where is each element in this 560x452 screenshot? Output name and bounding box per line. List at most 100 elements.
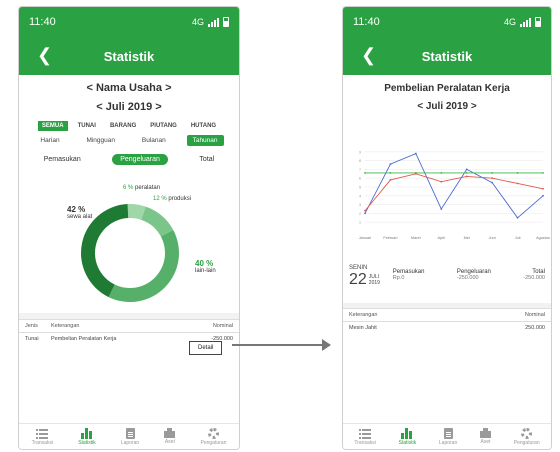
date-day: 22: [349, 271, 367, 288]
series-0-point-1: [389, 163, 392, 166]
series-2-point-3: [440, 172, 443, 174]
nav-transaksi[interactable]: Transaksi: [32, 428, 53, 446]
tab-hutang[interactable]: HUTANG: [187, 121, 220, 131]
series-0-point-7: [542, 194, 544, 197]
app-bar: ❮ Statistik: [19, 37, 239, 75]
bar-chart-icon: [401, 427, 413, 439]
nav-statistik[interactable]: Statistik: [399, 427, 416, 446]
y-tick-label-8: 9: [359, 150, 361, 154]
filter-tahunan[interactable]: Tahunan: [186, 135, 224, 146]
phone-screen-statistik: 11:40 4G ❮ Statistik < Nama Usaha > < Ju…: [18, 6, 240, 450]
series-0-point-0: [364, 212, 366, 215]
segment-total[interactable]: Total: [193, 154, 220, 165]
x-tick-label-1: Februari: [383, 236, 397, 240]
nav-transaksi[interactable]: Transaksi: [354, 428, 376, 446]
series-1-point-0: [364, 209, 366, 212]
summary-total: Total -250.000: [523, 269, 545, 281]
back-arrow-icon[interactable]: ❮: [37, 45, 52, 66]
tab-piutang[interactable]: PIUTANG: [146, 121, 181, 131]
nav-statistik[interactable]: Statistik: [78, 427, 96, 446]
series-1-point-5: [491, 177, 494, 180]
donut-slice-2[interactable]: [141, 206, 174, 237]
series-1-point-6: [516, 182, 519, 185]
series-0-point-2: [414, 152, 417, 155]
battery-icon: [223, 17, 229, 27]
date-block: SENIN 22 JULI 2019: [349, 265, 380, 288]
pie-label-produksi: 12 % produksi: [153, 196, 192, 202]
table-row[interactable]: Mesin Jahit 250.000: [343, 322, 551, 334]
detail-button[interactable]: Detail: [189, 341, 223, 355]
x-tick-label-0: Januari: [359, 236, 372, 240]
segment-pemasukan[interactable]: Pemasukan: [38, 154, 87, 165]
bar-chart-icon: [80, 427, 93, 439]
y-tick-label-6: 7: [359, 168, 361, 172]
series-0-point-5: [491, 181, 494, 184]
summary-pemasukan: Pemasukan Rp.0: [392, 269, 425, 281]
series-2-point-0: [364, 172, 366, 174]
list-icon: [36, 428, 49, 439]
signal-icon: [208, 17, 219, 27]
tab-barang[interactable]: BARANG: [106, 121, 140, 131]
month-selector[interactable]: < Juli 2019 >: [19, 101, 239, 113]
status-bar: 11:40 4G: [343, 7, 551, 37]
series-0-point-6: [516, 216, 519, 219]
app-bar: ❮ Statistik: [343, 37, 551, 75]
network-type: 4G: [191, 17, 204, 27]
flow-arrow-line: [232, 344, 324, 346]
y-tick-label-3: 4: [359, 194, 361, 198]
status-time: 11:40: [29, 16, 56, 28]
gear-icon: [207, 427, 219, 439]
signal-icon: [520, 17, 531, 27]
tab-semua[interactable]: SEMUA: [37, 121, 68, 131]
y-tick-label-5: 6: [359, 177, 361, 181]
nav-pengaturan[interactable]: Pengaturan: [514, 427, 540, 446]
battery-icon: [535, 17, 541, 27]
nav-laporan[interactable]: Laporan: [439, 427, 457, 446]
series-0-point-4: [465, 168, 468, 171]
line-chart: 1 2 3 4 5 6 7 8 9 Januari Februari Maret April Mei Jun…: [359, 150, 550, 240]
series-2-point-6: [516, 172, 519, 174]
nav-pengaturan[interactable]: Pengaturan: [201, 427, 226, 446]
y-tick-label-4: 5: [359, 186, 361, 190]
status-time: 11:40: [353, 16, 380, 28]
pie-label-peralatan: 6 % peralatan: [123, 185, 161, 191]
filter-bulanan[interactable]: Bulanan: [136, 135, 172, 146]
table-header: Keterangan Nominal: [343, 308, 551, 322]
x-tick-label-6: Juli: [515, 236, 521, 240]
phone-screen-detail: 11:40 4G ❮ Statistik Pembelian Peralatan…: [342, 6, 552, 450]
business-selector[interactable]: < Nama Usaha >: [19, 82, 239, 94]
table-header: Jenis Keterangan Nominal: [19, 319, 239, 333]
bottom-nav: Transaksi Statistik Laporan Aset Pengatu…: [19, 423, 239, 449]
series-1-point-4: [465, 175, 468, 178]
donut-chart: [81, 204, 179, 302]
donut-chart-area: 42 % sewa alat 6 % peralatan 12 % produks…: [19, 183, 239, 303]
tab-tunai[interactable]: TUNAI: [74, 121, 100, 131]
asset-icon: [164, 428, 176, 438]
x-tick-label-7: Agustus: [536, 236, 550, 240]
period-filters: Harian Mingguan Bulanan Tahunan: [19, 135, 239, 146]
series-1-point-3: [440, 180, 443, 183]
flow-arrow-head: [322, 339, 331, 351]
asset-icon: [480, 428, 491, 438]
filter-harian[interactable]: Harian: [34, 135, 65, 146]
x-tick-label-4: Mei: [464, 236, 470, 240]
back-arrow-icon[interactable]: ❮: [361, 45, 376, 66]
y-tick-label-2: 3: [359, 203, 361, 207]
document-icon: [125, 427, 135, 439]
x-tick-label-3: April: [437, 236, 445, 240]
nav-aset[interactable]: Aset: [480, 428, 491, 445]
pie-label-lain: 40 % lain-lain: [195, 259, 216, 275]
document-icon: [443, 427, 453, 439]
detail-heading: Pembelian Peralatan Kerja: [384, 83, 510, 94]
summary-row: SENIN 22 JULI 2019 Pemasukan Rp.0 Pengelu…: [343, 265, 551, 289]
segment-pengeluaran[interactable]: Pengeluaran: [112, 154, 168, 165]
month-selector[interactable]: < Juli 2019 >: [343, 101, 551, 112]
nav-laporan[interactable]: Laporan: [121, 427, 139, 446]
x-tick-label-5: Juni: [489, 236, 496, 240]
donut-slice-3[interactable]: [108, 229, 179, 302]
nav-aset[interactable]: Aset: [164, 428, 176, 445]
series-2-point-7: [542, 172, 544, 174]
series-1-point-1: [389, 179, 392, 181]
filter-mingguan[interactable]: Mingguan: [80, 135, 121, 146]
detail-table: Keterangan Nominal Mesin Jahit 250.000: [343, 308, 551, 334]
